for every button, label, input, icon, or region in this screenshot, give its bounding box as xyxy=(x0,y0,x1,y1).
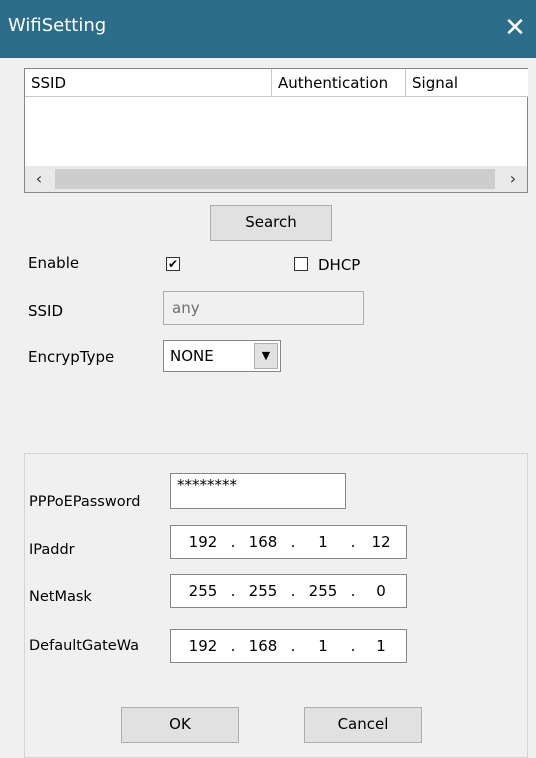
window-title: WifiSetting xyxy=(8,15,107,36)
column-header-signal[interactable]: Signal xyxy=(406,69,528,97)
chevron-down-icon[interactable]: ▼ xyxy=(254,343,278,369)
horizontal-scrollbar[interactable]: ‹ › xyxy=(25,166,527,192)
dhcp-label: DHCP xyxy=(318,256,361,274)
ipaddr-label: IPaddr xyxy=(29,542,75,558)
column-header-ssid[interactable]: SSID xyxy=(25,69,272,97)
ip-dot: . xyxy=(290,533,296,551)
ip-octet: 1 xyxy=(318,637,328,655)
pppoe-password-label: PPPoEPassword xyxy=(29,494,141,510)
ipaddr-input[interactable]: 192 . 168 . 1 . 12 xyxy=(170,525,407,559)
ip-octet: 255 xyxy=(188,582,218,600)
ssid-label: SSID xyxy=(28,302,64,320)
ip-octet: 192 xyxy=(188,637,218,655)
encryp-type-label: EncrypType xyxy=(28,348,115,366)
ip-dot: . xyxy=(230,637,236,655)
ip-octet: 12 xyxy=(371,533,391,551)
ssid-input[interactable]: any xyxy=(163,291,364,325)
search-button[interactable]: Search xyxy=(210,205,332,241)
ip-octet: 1 xyxy=(318,533,328,551)
encryp-type-select[interactable]: NONE ▼ xyxy=(163,340,281,372)
encryp-type-value: NONE xyxy=(170,347,214,365)
scrollbar-thumb[interactable] xyxy=(55,169,495,189)
enable-label: Enable xyxy=(28,254,80,272)
ip-octet: 0 xyxy=(376,582,386,600)
ip-dot: . xyxy=(230,533,236,551)
ip-octet: 192 xyxy=(188,533,218,551)
ip-dot: . xyxy=(230,582,236,600)
ip-dot: . xyxy=(350,637,356,655)
default-gateway-label: DefaultGateWa xyxy=(29,638,140,654)
pppoe-password-input[interactable]: ******** xyxy=(170,473,346,509)
netmask-input[interactable]: 255 . 255 . 255 . 0 xyxy=(170,574,407,608)
dhcp-checkbox[interactable] xyxy=(294,257,308,271)
ip-octet: 168 xyxy=(248,533,278,551)
ok-button[interactable]: OK xyxy=(121,707,239,743)
wifi-list[interactable]: SSID Authentication Signal ‹ › xyxy=(24,68,528,193)
close-icon[interactable]: ✕ xyxy=(500,10,530,46)
column-header-authentication[interactable]: Authentication xyxy=(272,69,406,97)
ip-octet: 168 xyxy=(248,637,278,655)
scroll-left-icon[interactable]: ‹ xyxy=(25,166,53,192)
ip-dot: . xyxy=(350,533,356,551)
ip-octet: 1 xyxy=(376,637,386,655)
default-gateway-input[interactable]: 192 . 168 . 1 . 1 xyxy=(170,629,407,663)
ip-octet: 255 xyxy=(248,582,278,600)
ip-dot: . xyxy=(290,637,296,655)
ip-octet: 255 xyxy=(308,582,338,600)
cancel-button[interactable]: Cancel xyxy=(304,707,422,743)
netmask-label: NetMask xyxy=(29,589,92,605)
scroll-right-icon[interactable]: › xyxy=(499,166,527,192)
ip-dot: . xyxy=(290,582,296,600)
enable-checkbox[interactable]: ✔ xyxy=(166,257,180,271)
network-group: PPPoEPassword ******** IPaddr 192 . 168 … xyxy=(24,453,528,758)
ip-dot: . xyxy=(350,582,356,600)
